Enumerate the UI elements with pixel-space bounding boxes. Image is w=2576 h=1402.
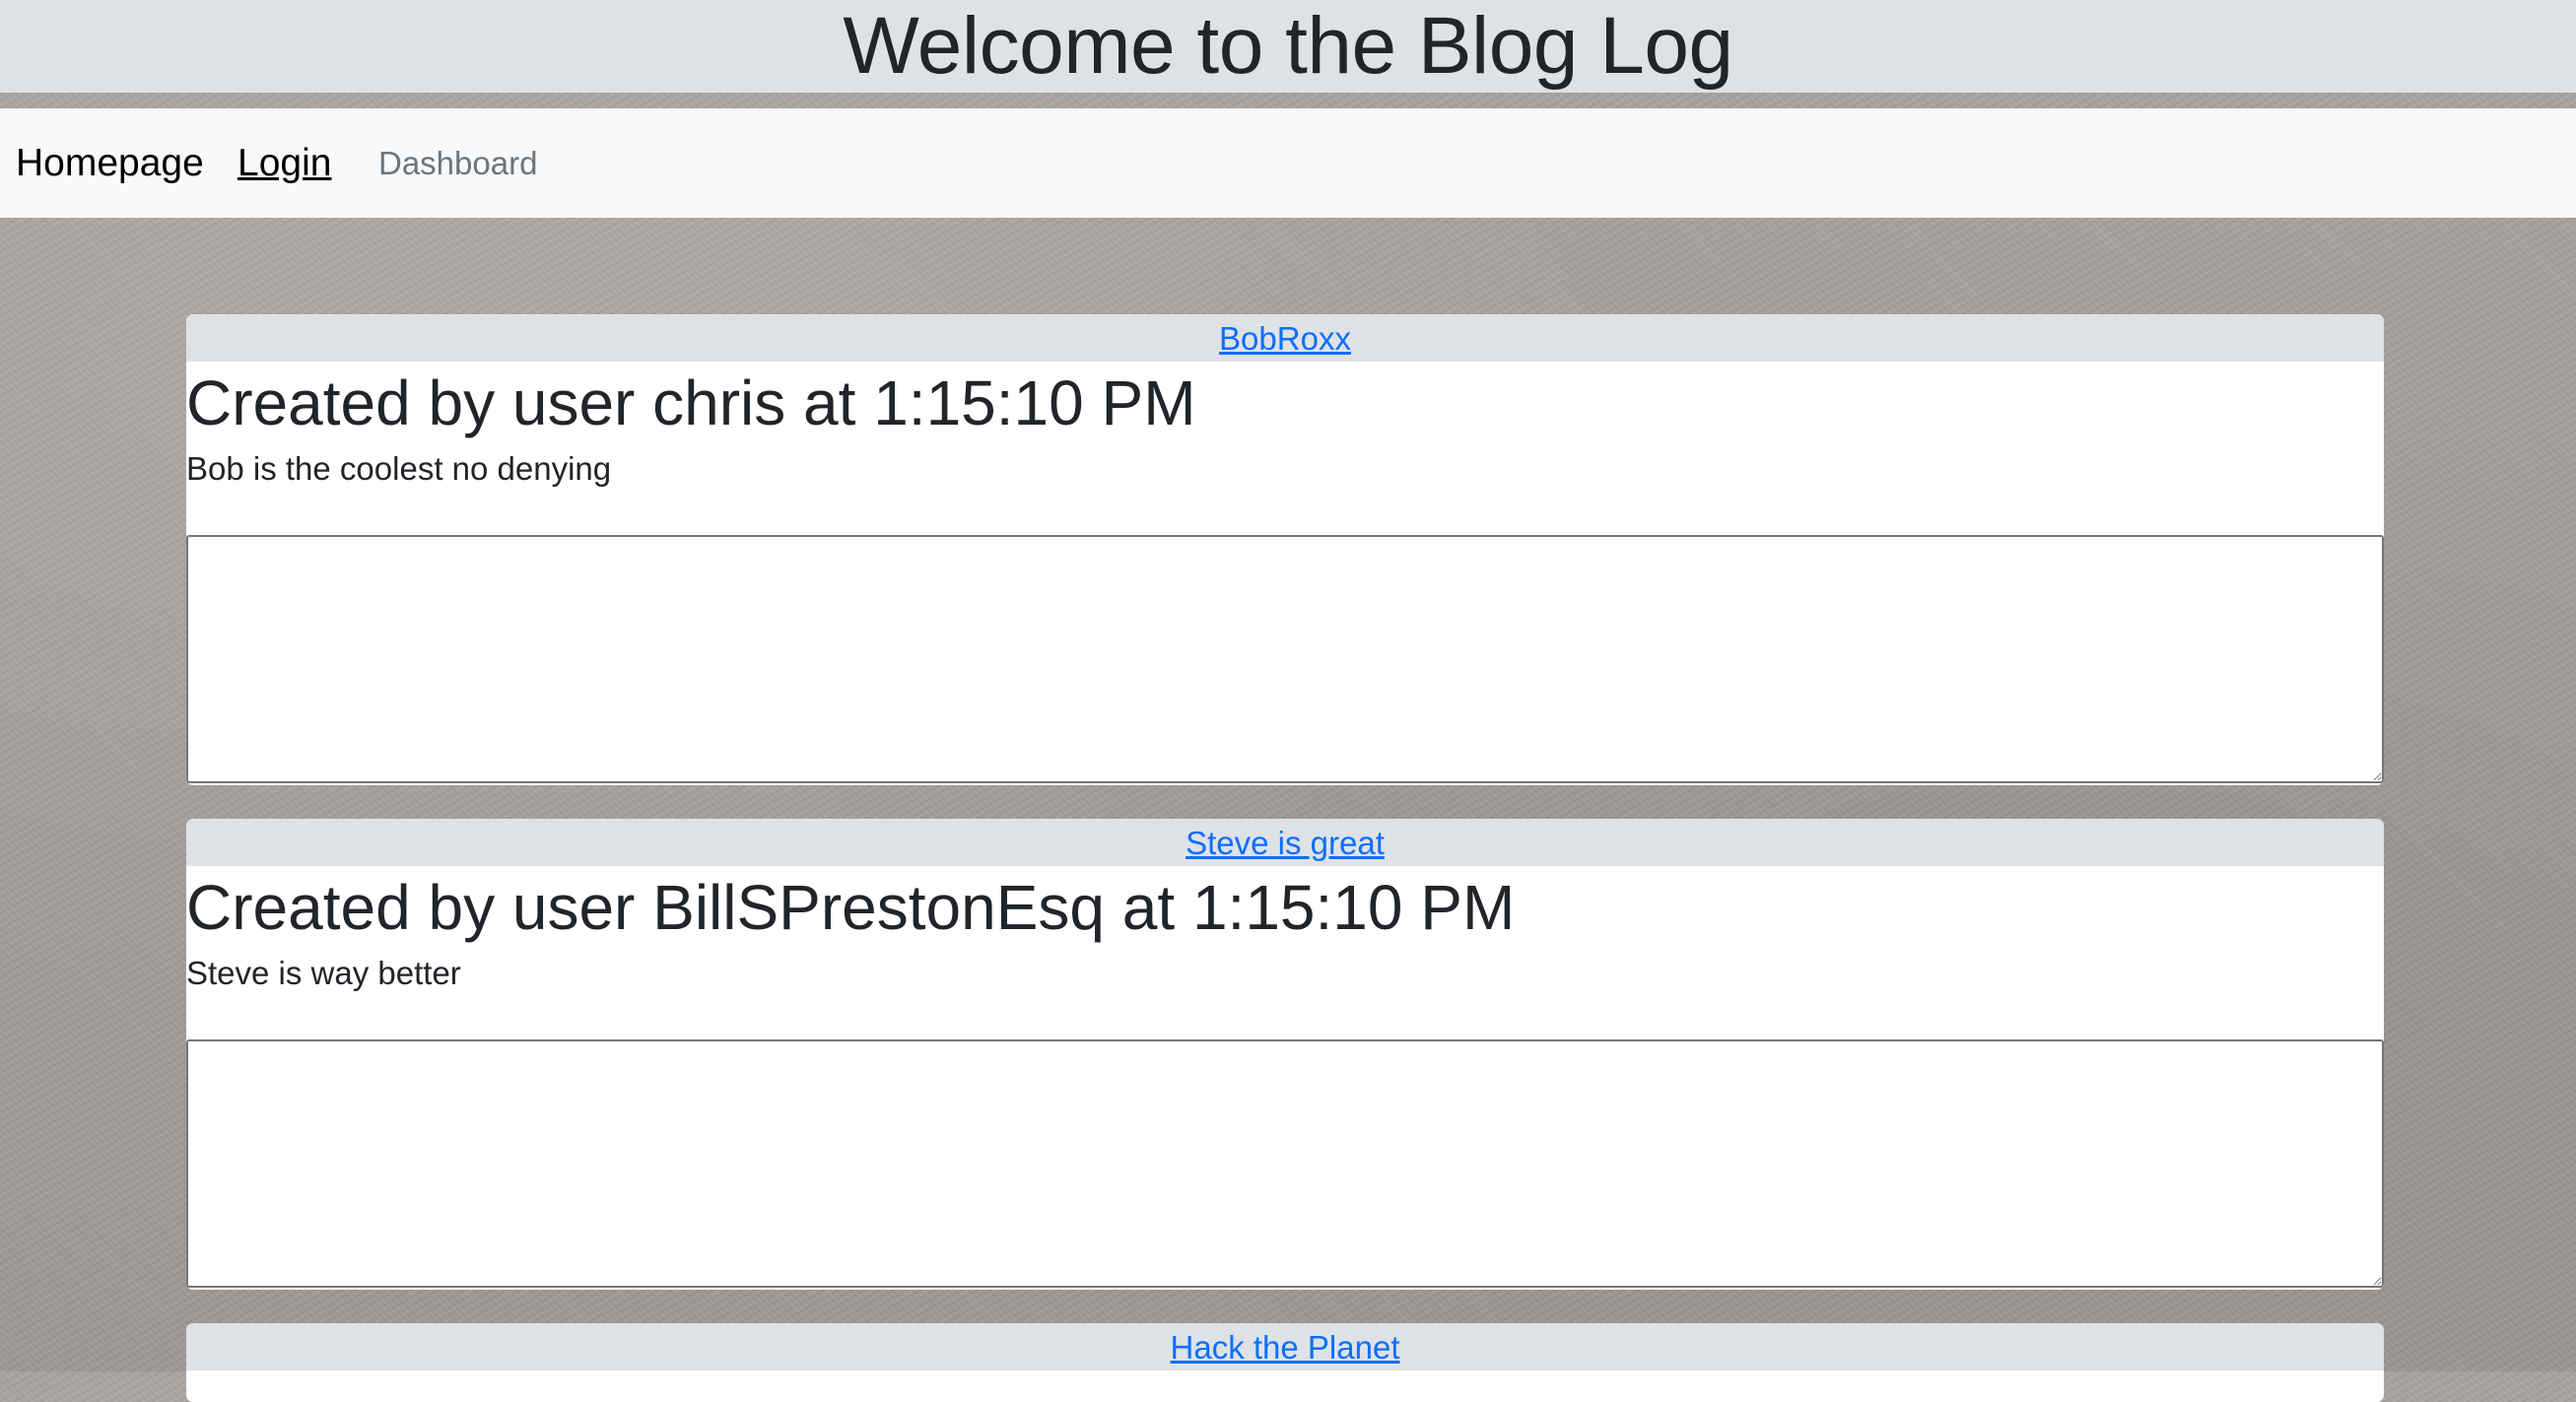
post-content: Steve is way better bbox=[186, 955, 461, 991]
comment-textarea[interactable] bbox=[186, 1039, 2384, 1288]
post-header: BobRoxx bbox=[186, 314, 2384, 362]
nav-login-link[interactable]: Login bbox=[237, 108, 331, 218]
post-card: BobRoxx Created by user chris at 1:15:10… bbox=[186, 314, 2384, 785]
post-header: Steve is great bbox=[186, 819, 2384, 866]
nav-dashboard-link[interactable]: Dashboard bbox=[378, 108, 537, 218]
page-title: Welcome to the Blog Log bbox=[843, 1, 1733, 91]
post-card: Hack the Planet bbox=[186, 1323, 2384, 1402]
post-meta: Created by user BillSPrestonEsq at 1:15:… bbox=[186, 872, 1516, 943]
navbar: Homepage Login Dashboard bbox=[0, 108, 2576, 218]
post-header: Hack the Planet bbox=[186, 1323, 2384, 1370]
post-title-link[interactable]: Steve is great bbox=[1186, 825, 1385, 861]
nav-homepage-link[interactable]: Homepage bbox=[16, 108, 204, 218]
comment-textarea[interactable] bbox=[186, 535, 2384, 783]
post-title-link[interactable]: BobRoxx bbox=[1219, 320, 1351, 357]
site-header: Welcome to the Blog Log bbox=[0, 0, 2576, 93]
post-meta: Created by user chris at 1:15:10 PM bbox=[186, 367, 1196, 438]
post-title-link[interactable]: Hack the Planet bbox=[1171, 1329, 1400, 1366]
post-content: Bob is the coolest no denying bbox=[186, 450, 612, 487]
post-card: Steve is great Created by user BillSPres… bbox=[186, 819, 2384, 1290]
